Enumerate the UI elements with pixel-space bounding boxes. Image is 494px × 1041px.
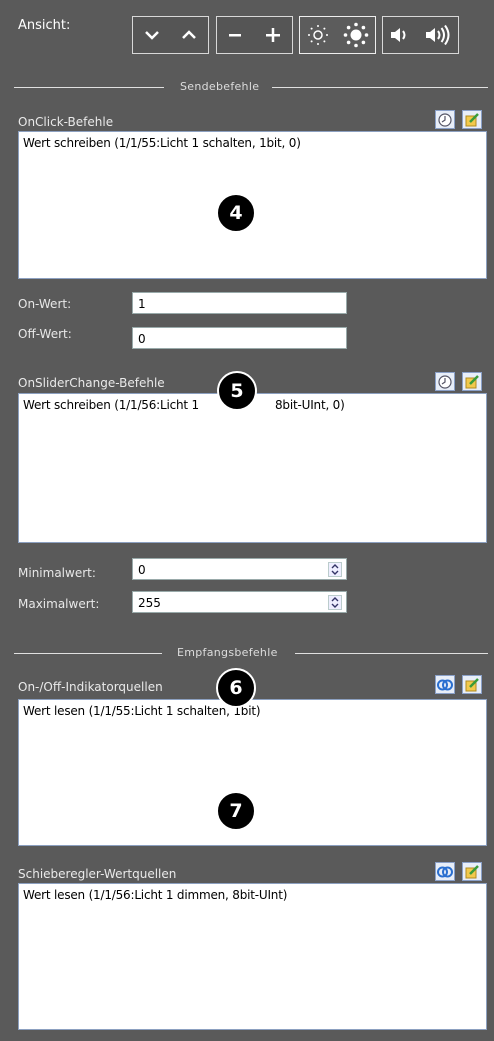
order-button-group [132,16,209,54]
spinner-arrows-icon[interactable] [328,595,342,610]
callout-badge: 7 [216,791,256,831]
max-value: 255 [138,596,161,610]
onoff-sources-list[interactable]: Wert lesen (1/1/55:Licht 1 schalten, 1bi… [18,699,487,846]
spinner-arrows-icon[interactable] [328,562,342,577]
brightness-high-icon[interactable] [343,22,369,48]
callout-badge: 5 [217,371,257,411]
clock-icon[interactable] [435,110,455,129]
add-edit-icon[interactable] [462,862,482,881]
volume-button-group [382,16,459,54]
on-value-label: On-Wert: [18,297,72,311]
list-item[interactable]: Wert lesen (1/1/55:Licht 1 schalten, 1bi… [19,700,486,718]
max-value-label: Maximalwert: [18,597,100,611]
add-edit-icon[interactable] [462,110,482,129]
clock-icon[interactable] [435,372,455,391]
chevron-up-icon[interactable] [181,29,197,41]
zoom-button-group [216,16,293,54]
onslider-label: OnSliderChange-Befehle [18,376,165,390]
ansicht-label: Ansicht: [18,18,71,33]
onoff-sources-label: On-/Off-Indikatorquellen [18,680,163,694]
list-item-text-start: Wert schreiben (1/1/56:Licht 1 [23,398,199,412]
minus-icon[interactable] [227,27,243,43]
max-value-spinner[interactable]: 255 [132,591,347,613]
slider-sources-list[interactable]: Wert lesen (1/1/56:Licht 1 dimmen, 8bit-… [18,883,487,1030]
add-edit-icon[interactable] [462,372,482,391]
send-commands-divider: Sendebefehle [14,80,488,94]
link-icon[interactable] [435,862,455,881]
chevron-down-icon[interactable] [144,29,160,41]
link-icon[interactable] [435,675,455,694]
volume-low-icon[interactable] [389,25,411,45]
plus-icon[interactable] [264,26,282,44]
min-value-label: Minimalwert: [18,566,96,580]
onslider-commands-list[interactable]: Wert schreiben (1/1/56:Licht 1 8bit-UInt… [18,393,487,543]
onclick-label: OnClick-Befehle [18,115,114,129]
properties-panel: Ansicht: Sendebefehle OnClick-Befehle We… [0,0,494,1041]
brightness-low-icon[interactable] [306,23,330,47]
callout-badge: 6 [216,668,256,708]
receive-commands-title: Empfangsbefehle [177,646,278,659]
receive-commands-divider: Empfangsbefehle [14,646,488,660]
min-value: 0 [138,563,146,577]
add-edit-icon[interactable] [462,675,482,694]
list-item[interactable]: Wert lesen (1/1/56:Licht 1 dimmen, 8bit-… [19,884,486,902]
on-value-field[interactable]: 1 [132,292,347,314]
list-item-text-end: 8bit-UInt, 0) [275,398,345,412]
off-value-label: Off-Wert: [18,327,72,341]
send-commands-title: Sendebefehle [180,80,260,93]
brightness-button-group [299,16,376,54]
list-item[interactable]: Wert schreiben (1/1/55:Licht 1 schalten,… [19,132,486,150]
slider-sources-label: Schieberegler-Wertquellen [18,867,177,881]
callout-badge: 4 [216,193,256,233]
min-value-spinner[interactable]: 0 [132,558,347,580]
volume-high-icon[interactable] [424,24,452,46]
off-value-field[interactable]: 0 [132,327,347,349]
